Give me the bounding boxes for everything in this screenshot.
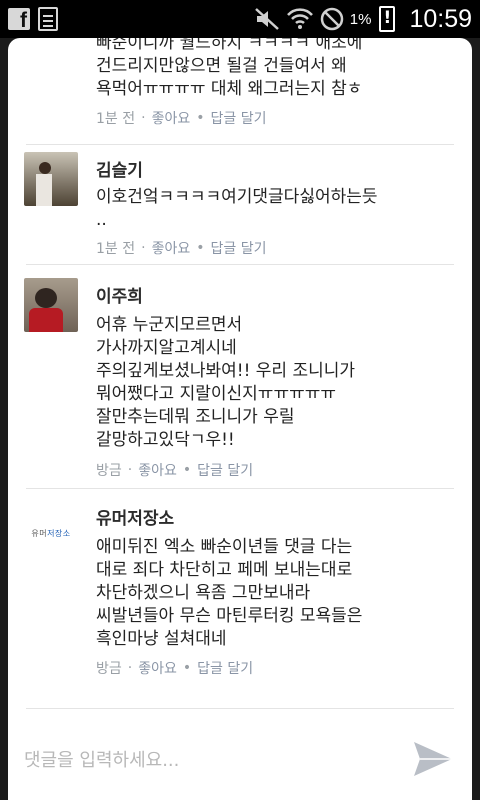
battery-icon	[379, 6, 396, 32]
composer-divider	[26, 708, 454, 709]
reply-button[interactable]: 답글 달기	[210, 238, 266, 258]
reply-button[interactable]: 답글 달기	[197, 658, 253, 678]
like-button[interactable]: 좋아요	[138, 658, 177, 678]
commenter-name[interactable]: 이주희	[96, 282, 143, 307]
comment-time: 방금	[96, 661, 122, 677]
like-button[interactable]: 좋아요	[152, 238, 191, 258]
clock: 10:59	[409, 4, 472, 33]
commenter-name[interactable]: 유머저장소	[96, 504, 174, 529]
mute-icon	[254, 8, 279, 30]
send-button[interactable]	[410, 738, 456, 780]
avatar[interactable]	[24, 278, 78, 332]
comment-text: 이호건엌ㅋㅋㅋㅋ여기댓글다싫어하는듯 ..	[96, 187, 378, 230]
like-button[interactable]: 좋아요	[138, 460, 177, 480]
comment-meta: 1분 전 · 좋아요 • 답글 달기	[96, 238, 267, 258]
send-icon	[414, 742, 452, 776]
comment-time: 방금	[96, 463, 122, 479]
comment-time: 1분 전	[96, 111, 136, 127]
comment-text: 애미뒤진 엑소 빠순이년들 댓글 다는 대로 죄다 차단히고 페메 보내는대로 …	[96, 537, 363, 649]
commenter-name[interactable]: 김슬기	[96, 156, 143, 181]
comment-meta: 방금 · 좋아요 • 답글 달기	[96, 460, 254, 480]
file-icon	[38, 7, 58, 31]
avatar[interactable]	[24, 152, 78, 206]
divider	[26, 488, 454, 489]
reply-button[interactable]: 답글 달기	[210, 108, 266, 128]
comments-panel: 빠순이니까 월드하지 ㅋㅋㅋㅋ 애초에 건드리지만않으면 될걸 건들여서 왜 욕…	[8, 38, 472, 800]
divider	[26, 144, 454, 145]
comment-text: 빠순이니까 월드하지 ㅋㅋㅋㅋ 애초에 건드리지만않으면 될걸 건들여서 왜 욕…	[96, 38, 363, 99]
blocked-icon	[320, 7, 343, 31]
comment-list[interactable]: 빠순이니까 월드하지 ㅋㅋㅋㅋ 애초에 건드리지만않으면 될걸 건들여서 왜 욕…	[8, 38, 472, 708]
battery-percent: 1%	[349, 10, 372, 28]
comment-text: 어휴 누군지모르면서 가사까지알고계시네 주의깊게보셨나봐여!! 우리 조니니가…	[96, 315, 356, 450]
divider	[26, 264, 454, 265]
reply-button[interactable]: 답글 달기	[197, 460, 253, 480]
avatar[interactable]: 유머 저장소	[24, 506, 78, 560]
facebook-icon	[8, 8, 30, 33]
like-button[interactable]: 좋아요	[152, 108, 191, 128]
wifi-icon	[286, 8, 313, 29]
comment-meta: 방금 · 좋아요 • 답글 달기	[96, 658, 254, 678]
comment-input[interactable]	[24, 738, 404, 782]
comment-time: 1분 전	[96, 241, 136, 257]
comment-meta: 1분 전 · 좋아요 • 답글 달기	[96, 108, 267, 128]
comment-composer	[8, 726, 472, 800]
status-bar: 1% 10:59	[0, 0, 480, 38]
